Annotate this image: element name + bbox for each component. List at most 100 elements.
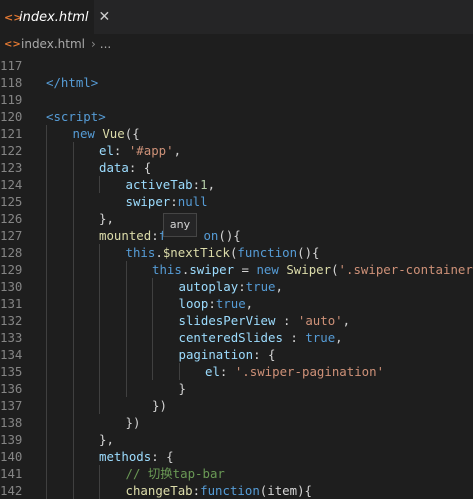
- line-number: 125: [0, 194, 23, 209]
- code-token: </html>: [46, 75, 99, 90]
- code-line[interactable]: 138}): [0, 414, 473, 431]
- code-line[interactable]: 142 changeTab:function(item){: [0, 482, 473, 499]
- close-icon[interactable]: ✕: [99, 9, 111, 25]
- code-line[interactable]: 126},: [0, 210, 473, 227]
- code-text: <script>: [46, 108, 106, 125]
- code-line[interactable]: 130 autoplay:true,: [0, 278, 473, 295]
- code-token: '.swiper-container': [338, 262, 473, 277]
- code-text: new Vue({: [73, 125, 140, 142]
- tab-label[interactable]: index.html: [19, 10, 89, 25]
- code-line[interactable]: 135 el: '.swiper-pagination': [0, 363, 473, 380]
- code-token: function: [237, 245, 298, 260]
- code-line[interactable]: 141 // 切换tap-bar: [0, 465, 473, 482]
- code-token: :: [275, 313, 298, 328]
- line-number: 142: [0, 483, 23, 498]
- code-line[interactable]: 137}): [0, 397, 473, 414]
- breadcrumb-file[interactable]: index.html: [21, 37, 85, 51]
- line-number: 120: [0, 109, 23, 124]
- code-text: this.$nextTick(function(){: [126, 244, 320, 261]
- line-number: 123: [0, 160, 23, 175]
- code-token: mounted: [99, 228, 152, 243]
- code-text: el: '.swiper-pagination': [205, 363, 384, 380]
- code-token: (){: [297, 245, 320, 260]
- line-number: 129: [0, 262, 23, 277]
- code-line[interactable]: 122 el: '#app',: [0, 142, 473, 159]
- code-token: swiper: [125, 194, 171, 209]
- code-text: }): [152, 397, 167, 414]
- code-token: }): [125, 415, 141, 430]
- code-token: :: [151, 228, 159, 243]
- code-token: slidesPerView: [178, 313, 276, 328]
- code-line[interactable]: 128 this.$nextTick(function(){: [0, 244, 473, 261]
- code-line[interactable]: 136}: [0, 380, 473, 397]
- line-number: 127: [0, 228, 23, 243]
- code-token: '.swiper-pagination': [234, 364, 385, 379]
- code-token: ,: [342, 313, 351, 328]
- line-number: 124: [0, 177, 23, 192]
- code-token: Swiper: [286, 262, 332, 277]
- code-line[interactable]: 121 new Vue({: [0, 125, 473, 142]
- code-line[interactable]: 132 slidesPerView : 'auto',: [0, 312, 473, 329]
- code-line[interactable]: 124 activeTab:1,: [0, 176, 473, 193]
- code-token: ,: [245, 296, 254, 311]
- code-token: :: [219, 364, 235, 379]
- code-line[interactable]: 140 methods: {: [0, 448, 473, 465]
- code-token: on: [203, 228, 219, 243]
- line-number: 131: [0, 296, 23, 311]
- code-text: methods: {: [99, 448, 174, 465]
- code-line[interactable]: 127mounted:f on(){: [0, 227, 473, 244]
- editor-tab-bar: <> index.html ✕: [0, 0, 473, 34]
- code-text: el: '#app',: [99, 142, 181, 159]
- code-token: (){: [218, 228, 241, 243]
- code-line[interactable]: 139},: [0, 431, 473, 448]
- code-token: centeredSlides: [178, 330, 283, 345]
- code-token: ,: [335, 330, 343, 345]
- tab-index-html[interactable]: <> index.html ✕: [0, 0, 110, 34]
- line-number: 118: [0, 75, 23, 90]
- code-text: }: [179, 380, 186, 397]
- line-number: 140: [0, 449, 23, 464]
- code-line[interactable]: 123 data: {: [0, 159, 473, 176]
- code-token: el: [205, 364, 220, 379]
- code-text: </html>: [46, 74, 98, 91]
- code-line[interactable]: 118 </html>: [0, 74, 473, 91]
- code-token: ,: [207, 177, 216, 192]
- hover-tooltip: any: [163, 213, 197, 237]
- line-number: 136: [0, 381, 23, 396]
- breadcrumb-more[interactable]: ...: [100, 37, 111, 51]
- code-token: Vue: [102, 126, 125, 141]
- code-token: :: [113, 143, 129, 158]
- code-token: <script>: [46, 109, 106, 124]
- code-text: data: {: [99, 159, 151, 176]
- code-token: new: [72, 126, 103, 141]
- code-token: data: [99, 160, 129, 175]
- line-number: 126: [0, 211, 23, 226]
- code-text: centeredSlides : true,: [179, 329, 343, 346]
- code-text: autoplay:true,: [179, 278, 283, 295]
- code-line[interactable]: 119: [0, 91, 473, 108]
- code-line[interactable]: 117: [0, 57, 473, 74]
- code-token: :: [282, 330, 306, 345]
- code-token: el: [99, 143, 114, 158]
- code-editor[interactable]: 117 118 </html> 119 120 <script> 121 new Vue({1…: [0, 54, 473, 499]
- code-token: :: [170, 194, 178, 209]
- line-number: 134: [0, 347, 23, 362]
- code-token: // 切换tap-bar: [125, 466, 225, 481]
- code-token: (: [331, 262, 339, 277]
- code-token: :: [192, 177, 201, 192]
- code-token: }: [178, 381, 186, 396]
- code-line[interactable]: 120 <script>: [0, 108, 473, 125]
- code-line[interactable]: 129 this.swiper = new Swiper('.swiper-con…: [0, 261, 473, 278]
- code-text: slidesPerView : 'auto',: [179, 312, 351, 329]
- code-token: this: [125, 245, 156, 260]
- code-line[interactable]: 133 centeredSlides : true,: [0, 329, 473, 346]
- line-number: 135: [0, 364, 23, 379]
- code-text: pagination: {: [179, 346, 276, 363]
- code-line[interactable]: 131 loop:true,: [0, 295, 473, 312]
- code-text: changeTab:function(item){: [126, 482, 313, 499]
- code-text: // 切换tap-bar: [126, 465, 225, 482]
- code-line[interactable]: 134 pagination: {: [0, 346, 473, 363]
- code-line[interactable]: 125 swiper:null: [0, 193, 473, 210]
- code-token: new: [256, 262, 287, 277]
- code-token: : {: [151, 449, 174, 464]
